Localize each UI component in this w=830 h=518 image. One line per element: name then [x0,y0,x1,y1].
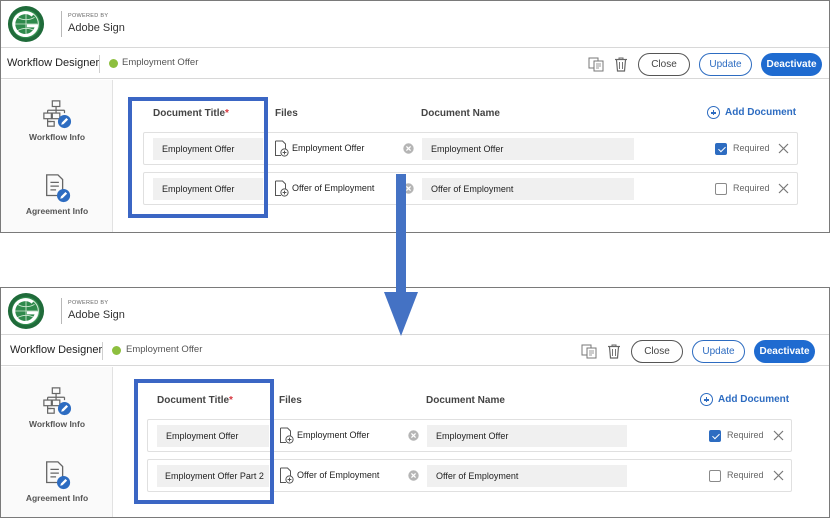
workflow-toolbar: Workflow Designer Employment Offer Close… [1,47,829,79]
required-label: Required [733,183,770,193]
clear-circle-icon[interactable] [408,470,419,481]
document-name-input[interactable]: Offer of Employment [427,465,627,487]
sidebar-item-agreement-info[interactable]: Agreement Info [1,173,113,216]
deactivate-button[interactable]: Deactivate [761,53,822,76]
highlight-box [128,97,268,218]
trash-icon[interactable] [613,56,629,72]
add-document-button[interactable]: Add Document [700,393,789,406]
brand-bar: POWERED BY Adobe Sign [1,1,829,46]
trash-icon[interactable] [606,343,622,359]
add-document-label: Add Document [718,394,790,405]
column-header-files: Files [275,108,298,119]
file-name: Employment Offer [297,430,370,440]
plus-circle-icon [700,393,713,406]
file-add-icon[interactable] [274,140,289,157]
x-icon[interactable] [778,183,789,194]
column-header-document-name: Document Name [426,395,505,406]
sidebar-item-label: Agreement Info [25,206,89,216]
toolbar-divider [99,55,100,73]
sidebar: Workflow Info Agreement Info [1,80,113,232]
required-label: Required [727,430,764,440]
highlight-box [134,379,274,504]
sidebar-item-label: Workflow Info [28,132,86,142]
sidebar-item-label: Agreement Info [25,493,89,503]
globe-logo-icon [7,292,45,330]
required-checkbox[interactable] [715,143,727,155]
required-checkbox[interactable] [709,430,721,442]
workflow-name: Employment Offer [126,344,203,355]
sidebar-item-workflow-info[interactable]: Workflow Info [1,386,113,429]
clear-circle-icon[interactable] [408,430,419,441]
document-name-input[interactable]: Employment Offer [422,138,634,160]
copy-icon[interactable] [588,56,604,72]
product-name: Adobe Sign [68,309,125,321]
sidebar-item-label: Workflow Info [28,419,86,429]
down-arrow-icon [384,174,418,336]
powered-by-label: POWERED BY [68,300,109,306]
copy-icon[interactable] [581,343,597,359]
workflow-name: Employment Offer [122,57,199,68]
agreement-edit-icon [42,460,72,490]
clear-circle-icon[interactable] [403,143,414,154]
x-icon[interactable] [773,470,784,481]
plus-circle-icon [707,106,720,119]
file-name: Employment Offer [292,143,365,153]
brand-divider [61,298,62,324]
toolbar-divider [102,342,103,360]
agreement-edit-icon [42,173,72,203]
document-name-input[interactable]: Offer of Employment [422,178,634,200]
x-icon[interactable] [773,430,784,441]
page-title: Workflow Designer [7,57,100,69]
document-name-input[interactable]: Employment Offer [427,425,627,447]
status-dot [109,59,118,68]
page-title: Workflow Designer [10,344,103,356]
required-checkbox[interactable] [715,183,727,195]
column-header-files: Files [279,395,302,406]
workflow-content: Workflow Info Agreement Info Document Ti… [1,367,829,517]
required-label: Required [727,470,764,480]
x-icon[interactable] [778,143,789,154]
file-name: Offer of Employment [292,183,375,193]
sidebar-item-agreement-info[interactable]: Agreement Info [1,460,113,503]
workflow-toolbar: Workflow Designer Employment Offer Close… [1,334,829,366]
file-add-icon[interactable] [274,180,289,197]
sidebar: Workflow Info Agreement Info [1,367,113,517]
product-name: Adobe Sign [68,22,125,34]
globe-logo-icon [7,5,45,43]
file-name: Offer of Employment [297,470,380,480]
close-button[interactable]: Close [638,53,690,76]
workflow-edit-icon [42,99,72,129]
deactivate-button[interactable]: Deactivate [754,340,815,363]
add-document-button[interactable]: Add Document [707,106,796,119]
required-label: Required [733,143,770,153]
workflow-edit-icon [42,386,72,416]
powered-by-label: POWERED BY [68,13,109,19]
update-button[interactable]: Update [699,53,752,76]
close-button[interactable]: Close [631,340,683,363]
status-dot [112,346,121,355]
column-header-document-name: Document Name [421,108,500,119]
update-button[interactable]: Update [692,340,745,363]
sidebar-item-workflow-info[interactable]: Workflow Info [1,99,113,142]
file-add-icon[interactable] [279,427,294,444]
required-checkbox[interactable] [709,470,721,482]
brand-divider [61,11,62,37]
file-add-icon[interactable] [279,467,294,484]
add-document-label: Add Document [725,107,797,118]
